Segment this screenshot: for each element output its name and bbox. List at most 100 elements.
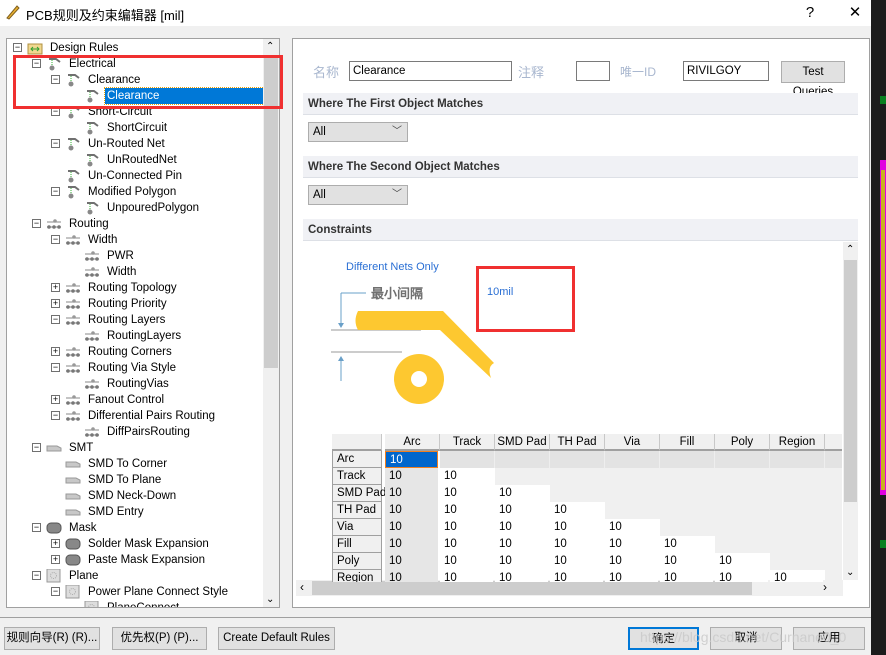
matrix-empty-cell: [825, 519, 842, 536]
expand-icon[interactable]: +: [51, 395, 60, 404]
scroll-down-icon[interactable]: ⌄: [846, 567, 854, 578]
scroll-left-icon[interactable]: ‹: [300, 580, 304, 594]
expand-icon[interactable]: +: [51, 539, 60, 548]
matrix-cell[interactable]: 10: [385, 485, 438, 502]
unique-id-input[interactable]: RIVILGOY: [683, 61, 769, 81]
matrix-cell[interactable]: 10: [605, 519, 658, 536]
scroll-up-icon[interactable]: ⌃: [846, 244, 854, 255]
scroll-right-icon[interactable]: ›: [823, 580, 827, 594]
matrix-cell[interactable]: 10: [440, 519, 493, 536]
scroll-thumb[interactable]: [844, 260, 857, 502]
matrix-cell[interactable]: 10: [660, 553, 713, 570]
collapse-icon[interactable]: −: [32, 443, 41, 452]
tree-item-label: SMD To Plane: [88, 474, 162, 486]
highlight-box: [476, 266, 575, 332]
tree-scrollbar[interactable]: ⌃ ⌄: [263, 39, 279, 607]
collapse-icon[interactable]: −: [51, 587, 60, 596]
second-match-select[interactable]: All ﹀: [308, 185, 408, 205]
collapse-icon[interactable]: −: [51, 411, 60, 420]
matrix-cell[interactable]: 10: [385, 570, 438, 582]
collapse-icon[interactable]: −: [51, 139, 60, 148]
matrix-cell[interactable]: 10: [495, 553, 548, 570]
routing-icon: [65, 361, 81, 375]
matrix-cell[interactable]: 10: [550, 570, 603, 582]
name-input[interactable]: Clearance: [349, 61, 512, 81]
routing-icon: [46, 217, 62, 231]
expand-icon[interactable]: +: [51, 347, 60, 356]
routing-icon: [65, 297, 81, 311]
matrix-cell[interactable]: 10: [495, 570, 548, 582]
matrix-cell[interactable]: 10: [440, 536, 493, 553]
min-clearance-value[interactable]: 10mil: [487, 286, 513, 298]
collapse-icon[interactable]: −: [51, 235, 60, 244]
matrix-cell[interactable]: 10: [385, 553, 438, 570]
different-nets-only-link[interactable]: Different Nets Only: [346, 261, 439, 273]
matrix-row-header: Region: [332, 570, 382, 582]
help-button[interactable]: ?: [795, 2, 825, 24]
collapse-icon[interactable]: −: [32, 219, 41, 228]
matrix-cell[interactable]: 10: [440, 502, 493, 519]
expand-icon[interactable]: +: [51, 283, 60, 292]
matrix-cell[interactable]: 10: [770, 570, 823, 582]
matrix-column-header: Fill: [660, 434, 715, 451]
matrix-cell[interactable]: 10: [495, 485, 548, 502]
first-match-select[interactable]: All ﹀: [308, 122, 408, 142]
rule-wizard-button[interactable]: 规则向导(R) (R)...: [4, 627, 100, 650]
matrix-cell[interactable]: 10: [550, 519, 603, 536]
matrix-cell[interactable]: 10: [660, 570, 713, 582]
scroll-down-icon[interactable]: ⌄: [266, 594, 274, 605]
collapse-icon[interactable]: −: [32, 571, 41, 580]
matrix-column-header: Via: [605, 434, 660, 451]
collapse-icon[interactable]: −: [51, 187, 60, 196]
close-button[interactable]: ✕: [840, 2, 870, 24]
matrix-cell[interactable]: 10: [550, 536, 603, 553]
collapse-icon[interactable]: −: [13, 43, 22, 52]
matrix-cell[interactable]: 10: [605, 553, 658, 570]
constraints-header: Constraints: [303, 219, 858, 241]
priorities-button[interactable]: 优先权(P) (P)...: [112, 627, 207, 650]
matrix-cell[interactable]: 10: [605, 570, 658, 582]
matrix-cell[interactable]: 10: [495, 536, 548, 553]
comment-input[interactable]: [576, 61, 610, 81]
electrical-icon: [65, 137, 81, 151]
constraints-hscroll[interactable]: ‹ ›: [296, 580, 843, 596]
matrix-cell[interactable]: 10: [715, 553, 768, 570]
matrix-cell[interactable]: 10: [385, 519, 438, 536]
matrix-cell[interactable]: 10: [495, 519, 548, 536]
matrix-cell[interactable]: 10: [385, 468, 438, 485]
matrix-cell[interactable]: 10: [715, 570, 768, 582]
expand-icon[interactable]: +: [51, 299, 60, 308]
scroll-thumb[interactable]: [312, 581, 752, 595]
expand-icon[interactable]: +: [51, 555, 60, 564]
matrix-column-header: SMD Pad: [495, 434, 550, 451]
collapse-icon[interactable]: −: [51, 363, 60, 372]
matrix-cell[interactable]: 10: [660, 536, 713, 553]
matrix-cell[interactable]: 10: [385, 536, 438, 553]
matrix-cell[interactable]: 10: [385, 502, 438, 519]
matrix-cell[interactable]: 10: [440, 468, 493, 485]
matrix-cell[interactable]: 10: [440, 570, 493, 582]
rule-tree[interactable]: − Design Rules − Electrical − Clearance Cleara…: [6, 38, 280, 608]
test-queries-button[interactable]: Test Queries: [781, 61, 845, 98]
matrix-row-header: Via: [332, 519, 382, 536]
highlight-box: [13, 55, 283, 109]
matrix-header-filler: [825, 434, 842, 451]
scroll-up-icon[interactable]: ⌃: [266, 41, 274, 52]
electrical-icon: [65, 185, 81, 199]
collapse-icon[interactable]: −: [51, 315, 60, 324]
second-match-value: All: [313, 189, 326, 201]
matrix-cell[interactable]: 10: [440, 485, 493, 502]
create-default-rules-button[interactable]: Create Default Rules: [218, 627, 335, 650]
matrix-cell[interactable]: 10: [495, 502, 548, 519]
matrix-cell[interactable]: 10: [605, 536, 658, 553]
collapse-icon[interactable]: −: [32, 523, 41, 532]
matrix-cell[interactable]: 10: [440, 553, 493, 570]
matrix-empty-cell: [660, 451, 715, 468]
routing-icon: [84, 425, 100, 439]
constraints-vscroll[interactable]: ⌃ ⌄: [843, 242, 858, 580]
routing-icon: [65, 313, 81, 327]
matrix-cell[interactable]: 10: [385, 451, 438, 468]
matrix-cell[interactable]: 10: [550, 502, 603, 519]
matrix-empty-cell: [440, 451, 495, 468]
matrix-cell[interactable]: 10: [550, 553, 603, 570]
